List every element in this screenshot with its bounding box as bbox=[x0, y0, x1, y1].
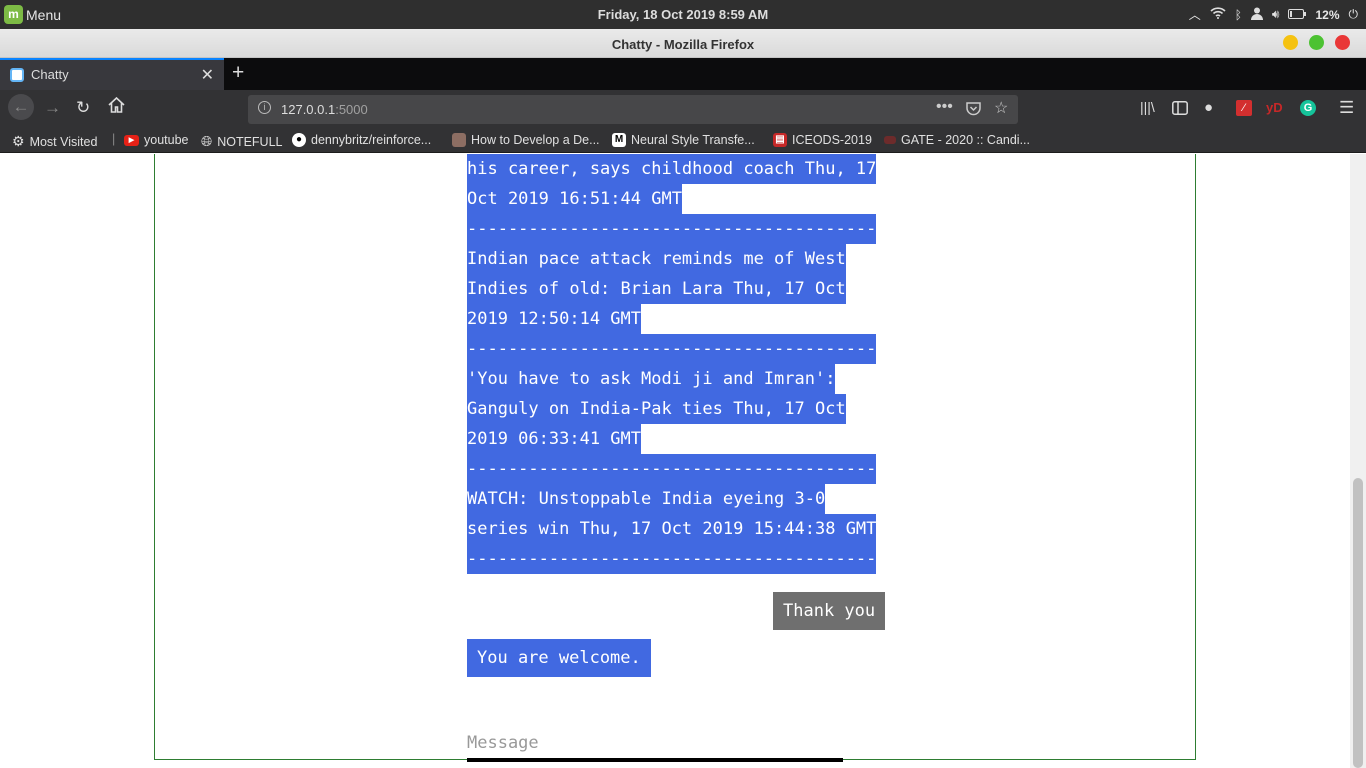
bookmark-label: Most Visited bbox=[29, 134, 98, 149]
bookmarks-toolbar: ⚙ Most Visited | ▶ youtube 🌐︎ NOTEFULL ●… bbox=[0, 128, 1366, 153]
bookmark-star-icon[interactable]: ☆ bbox=[994, 98, 1008, 118]
bot-message-line: Indies of old: Brian Lara Thu, 17 Oct bbox=[467, 274, 846, 304]
chevron-up-icon[interactable]: ︿ bbox=[1189, 6, 1201, 23]
medium-icon: M bbox=[612, 133, 626, 147]
page-actions-icon[interactable]: ••• bbox=[936, 98, 953, 116]
url-host: 127.0.0.1 bbox=[281, 102, 336, 117]
gate-icon bbox=[884, 136, 896, 144]
bookmark-label: GATE - 2020 :: Candi... bbox=[901, 133, 1030, 147]
page-content: his career, says childhood coach Thu, 17… bbox=[0, 154, 1366, 768]
bot-message-news: his career, says childhood coach Thu, 17… bbox=[467, 154, 877, 574]
bot-message-line: ---------------------------------------- bbox=[467, 214, 877, 244]
user-message: Thank you bbox=[773, 592, 886, 630]
reload-button[interactable]: ↻ bbox=[76, 98, 90, 118]
url-bar[interactable]: i 127.0.0.1:5000 ••• ☆ bbox=[248, 95, 1018, 124]
bot-message-line: Indian pace attack reminds me of West bbox=[467, 244, 846, 274]
home-button[interactable] bbox=[108, 96, 125, 118]
extension-ghost-icon[interactable]: ● bbox=[1204, 99, 1213, 116]
bookmark-label: youtube bbox=[144, 133, 189, 147]
user-icon[interactable] bbox=[1250, 7, 1263, 23]
bookmark-dennybritz[interactable]: ● dennybritz/reinforce... bbox=[292, 133, 431, 147]
gear-icon: ⚙ bbox=[12, 133, 25, 149]
bookmark-separator: | bbox=[112, 132, 116, 146]
bluetooth-icon[interactable]: ᛒ bbox=[1235, 8, 1242, 22]
bookmark-label: ICEODS-2019 bbox=[792, 133, 872, 147]
bot-message-line: his career, says childhood coach Thu, 17 bbox=[467, 154, 877, 184]
bookmark-how-to-develop[interactable]: How to Develop a De... bbox=[452, 133, 600, 147]
navigation-toolbar: ← → ↻ i 127.0.0.1:5000 ••• ☆ |||\ ● ⁄ yD… bbox=[0, 90, 1366, 128]
power-icon[interactable]: ⏻ bbox=[1349, 7, 1359, 22]
scrollbar[interactable] bbox=[1350, 154, 1366, 768]
grammarly-icon[interactable]: G bbox=[1300, 100, 1316, 116]
message-input[interactable] bbox=[467, 728, 843, 762]
battery-percent: 12% bbox=[1315, 7, 1340, 22]
info-icon[interactable]: i bbox=[258, 101, 271, 114]
bot-message-line: ---------------------------------------- bbox=[467, 454, 877, 484]
close-window-button[interactable] bbox=[1335, 35, 1350, 50]
conference-icon: ▤ bbox=[773, 133, 787, 147]
sidebar-icon[interactable] bbox=[1172, 100, 1188, 120]
back-button[interactable]: ← bbox=[8, 94, 34, 120]
extension-yd-icon[interactable]: yD bbox=[1266, 100, 1283, 115]
page-thumbnail-icon bbox=[452, 133, 466, 147]
pocket-icon[interactable] bbox=[966, 98, 981, 121]
minimize-button[interactable] bbox=[1283, 35, 1298, 50]
favicon-icon bbox=[10, 68, 24, 82]
forward-button[interactable]: → bbox=[44, 98, 61, 118]
youtube-icon: ▶ bbox=[124, 134, 139, 146]
battery-icon[interactable] bbox=[1288, 8, 1307, 22]
globe-icon: 🌐︎ bbox=[201, 133, 213, 149]
window-titlebar: Chatty - Mozilla Firefox bbox=[0, 29, 1366, 58]
bookmark-label: NOTEFULL bbox=[217, 134, 283, 149]
new-tab-button[interactable]: + bbox=[232, 61, 244, 85]
bot-message-line: 'You have to ask Modi ji and Imran': bbox=[467, 364, 836, 394]
clock[interactable]: Friday, 18 Oct 2019 8:59 AM bbox=[0, 7, 1366, 22]
bot-message-line: Ganguly on India-Pak ties Thu, 17 Oct bbox=[467, 394, 846, 424]
bookmark-neural-style[interactable]: M Neural Style Transfe... bbox=[612, 133, 755, 147]
bot-message-line: series win Thu, 17 Oct 2019 15:44:38 GMT bbox=[467, 514, 877, 544]
bookmark-iceods[interactable]: ▤ ICEODS-2019 bbox=[773, 133, 872, 147]
bot-message-line: ---------------------------------------- bbox=[467, 334, 877, 364]
close-tab-icon[interactable]: ✕ bbox=[201, 65, 214, 85]
bookmark-label: dennybritz/reinforce... bbox=[311, 133, 432, 147]
volume-icon[interactable]: 🔊︎ bbox=[1272, 7, 1280, 22]
tab-chatty[interactable]: Chatty ✕ bbox=[0, 58, 224, 90]
bookmark-label: Neural Style Transfe... bbox=[631, 133, 755, 147]
bookmark-most-visited[interactable]: ⚙ Most Visited bbox=[12, 133, 97, 150]
extension-red-icon[interactable]: ⁄ bbox=[1236, 100, 1252, 116]
tab-strip: Chatty ✕ + bbox=[0, 58, 1366, 90]
maximize-button[interactable] bbox=[1309, 35, 1324, 50]
tab-title: Chatty bbox=[31, 67, 69, 82]
bookmark-label: How to Develop a De... bbox=[471, 133, 600, 147]
bot-reply-message: You are welcome. bbox=[467, 639, 651, 677]
system-tray: ︿ ᛒ 🔊︎ 12% ⏻ bbox=[1189, 6, 1358, 23]
library-icon[interactable]: |||\ bbox=[1140, 99, 1155, 115]
bookmark-youtube[interactable]: ▶ youtube bbox=[124, 133, 188, 147]
bookmark-gate-2020[interactable]: GATE - 2020 :: Candi... bbox=[884, 133, 1030, 147]
url-port: :5000 bbox=[335, 102, 368, 117]
wifi-icon[interactable] bbox=[1210, 7, 1226, 22]
bookmark-notefull[interactable]: 🌐︎ NOTEFULL bbox=[201, 133, 283, 150]
bot-message-line: Oct 2019 16:51:44 GMT bbox=[467, 184, 682, 214]
url-text: 127.0.0.1:5000 bbox=[281, 102, 368, 117]
bot-message-line: WATCH: Unstoppable India eyeing 3-0 bbox=[467, 484, 826, 514]
github-icon: ● bbox=[292, 133, 306, 147]
bot-message-line: 2019 06:33:41 GMT bbox=[467, 424, 641, 454]
scrollbar-thumb[interactable] bbox=[1353, 478, 1363, 768]
window-title: Chatty - Mozilla Firefox bbox=[611, 37, 755, 52]
hamburger-menu-icon[interactable]: ☰ bbox=[1339, 98, 1354, 118]
bot-message-line: 2019 12:50:14 GMT bbox=[467, 304, 641, 334]
bot-message-line: ---------------------------------------- bbox=[467, 544, 877, 574]
os-taskbar: m Menu Friday, 18 Oct 2019 8:59 AM ︿ ᛒ 🔊… bbox=[0, 0, 1366, 29]
chat-container: his career, says childhood coach Thu, 17… bbox=[154, 154, 1196, 762]
